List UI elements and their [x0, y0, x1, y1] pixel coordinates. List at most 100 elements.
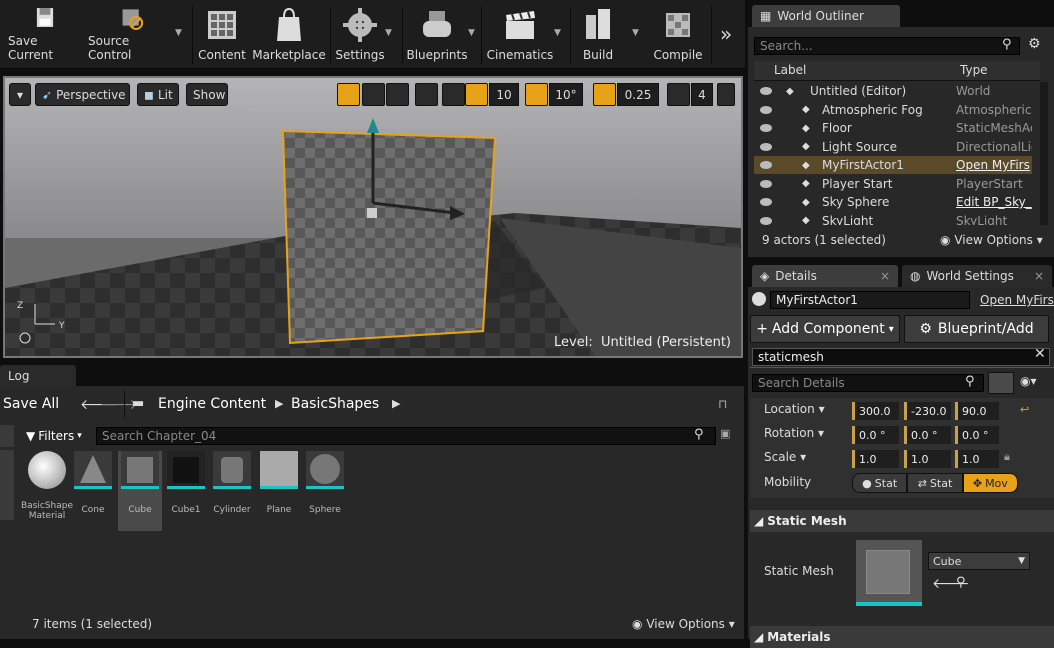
mobility-movable-button[interactable]: ✥ Mov: [962, 473, 1018, 493]
reset-to-default-icon[interactable]: ↩: [1020, 403, 1029, 416]
outliner-row[interactable]: ◆ MyFirstActor1 Open MyFirs: [754, 156, 1032, 174]
outliner-search-input[interactable]: Search...: [754, 37, 1020, 55]
mobility-stationary-button[interactable]: ⇄ Stat: [907, 473, 963, 493]
camera-speed-value[interactable]: 4: [691, 83, 713, 106]
lock-icon[interactable]: ⊓: [718, 397, 727, 411]
mesh-thumbnail[interactable]: [856, 540, 922, 606]
asset-cylinder[interactable]: Cylinder: [213, 451, 251, 515]
scale-snap-icon[interactable]: [593, 83, 616, 106]
rotation-label[interactable]: Rotation ▾: [764, 426, 824, 440]
visibility-eye-icon[interactable]: [760, 87, 772, 95]
tab-world-outliner[interactable]: ▦ World Outliner: [752, 5, 900, 27]
asset-cone[interactable]: Cone: [74, 451, 112, 515]
outliner-view-options[interactable]: ◉ View Options ▾: [940, 233, 1043, 247]
browse-search-icon[interactable]: ⚲: [956, 575, 966, 590]
scale-x-field[interactable]: 1.0: [852, 450, 899, 468]
breadcrumb-arrow-icon[interactable]: ▶: [275, 397, 283, 410]
blueprints-button[interactable]: Blueprints: [406, 4, 468, 66]
filters-button[interactable]: ▼ Filters ▾: [26, 427, 91, 445]
rotation-snap-icon[interactable]: [525, 83, 548, 106]
location-x-field[interactable]: 300.0: [852, 402, 899, 420]
outliner-row[interactable]: ◆ Untitled (Editor) World: [754, 82, 1032, 100]
asset-cube1[interactable]: Cube1: [167, 451, 205, 515]
blueprints-dropdown-icon[interactable]: ▼: [468, 28, 475, 38]
scale-mode-icon[interactable]: [386, 83, 409, 106]
add-component-button[interactable]: + Add Component ▾: [750, 315, 900, 343]
rotate-mode-icon[interactable]: [362, 83, 385, 106]
outliner-settings-icon[interactable]: ⚙: [1028, 36, 1041, 52]
build-dropdown-icon[interactable]: ▼: [632, 28, 639, 38]
grid-snap-icon[interactable]: [465, 83, 488, 106]
static-mesh-section-header[interactable]: ◢ Static Mesh: [750, 510, 1054, 532]
open-blueprint-link[interactable]: Open MyFirs: [980, 293, 1054, 307]
save-current-button[interactable]: Save Current: [8, 4, 82, 66]
tab-world-settings[interactable]: ◍ World Settings ×: [902, 265, 1052, 287]
mobility-toggle[interactable]: ● Stat ⇄ Stat ✥ Mov: [852, 473, 1018, 493]
asset-sphere[interactable]: Sphere: [306, 451, 344, 515]
show-button[interactable]: Show: [186, 83, 228, 106]
perspective-button[interactable]: ➹ Perspective: [35, 83, 130, 106]
tab-log[interactable]: Log: [0, 365, 76, 387]
visibility-eye-icon[interactable]: [760, 105, 772, 114]
location-y-field[interactable]: -230.0: [904, 402, 951, 420]
sources-panel-collapsed[interactable]: [0, 450, 14, 520]
content-view-options[interactable]: ◉ View Options ▾: [632, 617, 735, 631]
source-control-dropdown-icon[interactable]: ▼: [175, 28, 182, 38]
source-control-button[interactable]: Source Control: [88, 4, 176, 66]
visibility-eye-icon[interactable]: [760, 161, 772, 169]
location-z-field[interactable]: 90.0: [955, 402, 999, 420]
materials-section-header[interactable]: ◢ Materials: [750, 626, 1054, 648]
column-type-header[interactable]: Type: [960, 63, 988, 77]
scale-label[interactable]: Scale ▾: [764, 450, 806, 464]
cube-actor[interactable]: [281, 129, 497, 345]
rotation-z-field[interactable]: 0.0 °: [955, 426, 999, 444]
breadcrumb-arrow-icon[interactable]: ▶: [392, 397, 400, 410]
details-search-input[interactable]: Search Details: [752, 374, 984, 392]
cinematics-dropdown-icon[interactable]: ▼: [554, 28, 561, 38]
outliner-row[interactable]: ◆ Player Start PlayerStart: [754, 175, 1032, 193]
save-search-icon[interactable]: ▣: [720, 427, 730, 440]
visibility-eye-icon[interactable]: [760, 216, 772, 225]
outliner-scrollbar[interactable]: [1040, 82, 1048, 225]
outliner-row[interactable]: ◆ Sky Sphere Edit BP_Sky_: [754, 193, 1032, 211]
maximize-viewport-icon[interactable]: [717, 83, 735, 106]
outliner-row-type[interactable]: Open MyFirs: [956, 158, 1032, 172]
scale-y-field[interactable]: 1.0: [904, 450, 951, 468]
tab-details[interactable]: ◈ Details ×: [752, 265, 898, 287]
save-all-button[interactable]: Save All: [0, 390, 68, 418]
level-viewport[interactable]: Z Y ▾ ➹ Perspective ◼ Lit Show 10 10° 0.…: [3, 76, 743, 358]
settings-dropdown-icon[interactable]: ▼: [385, 28, 392, 38]
rotation-y-field[interactable]: 0.0 °: [904, 426, 951, 444]
close-icon[interactable]: ×: [880, 269, 890, 283]
gizmo-center[interactable]: [367, 208, 377, 218]
toolbar-overflow-button[interactable]: »: [720, 22, 732, 46]
mesh-asset-dropdown[interactable]: Cube ▼: [928, 552, 1030, 570]
asset-cube[interactable]: Cube: [118, 451, 162, 531]
viewport-options-button[interactable]: ▾: [9, 83, 31, 106]
translate-mode-icon[interactable]: [337, 83, 360, 106]
close-icon[interactable]: ×: [1034, 269, 1044, 283]
scale-z-field[interactable]: 1.0: [955, 450, 999, 468]
blueprint-add-button[interactable]: ⚙ Blueprint/Add: [904, 315, 1049, 343]
outliner-row[interactable]: ◆ SkyLight SkyLight: [754, 212, 1032, 225]
clear-search-icon[interactable]: ✕: [1034, 346, 1046, 362]
grid-snap-value[interactable]: 10: [489, 83, 519, 106]
actor-name-input[interactable]: MyFirstActor1: [770, 291, 970, 309]
scale-snap-value[interactable]: 0.25: [617, 83, 659, 106]
build-button[interactable]: Build: [575, 4, 621, 66]
column-label-header[interactable]: Label: [774, 63, 806, 77]
visibility-eye-icon[interactable]: [760, 198, 772, 206]
marketplace-button[interactable]: Marketplace: [252, 4, 326, 66]
asset-basicshape-material[interactable]: BasicShape Material: [21, 451, 73, 521]
settings-button[interactable]: Settings: [334, 4, 386, 66]
asset-plane[interactable]: Plane: [260, 451, 298, 515]
compile-button[interactable]: Compile: [650, 4, 706, 66]
visibility-options-icon[interactable]: ◉▾: [1020, 374, 1037, 388]
outliner-row[interactable]: ◆ Floor StaticMeshAc: [754, 119, 1032, 137]
outliner-row[interactable]: ◆ Light Source DirectionalLig: [754, 138, 1032, 156]
visibility-eye-icon[interactable]: [760, 124, 772, 132]
content-button[interactable]: Content: [197, 4, 247, 66]
world-space-icon[interactable]: [415, 83, 438, 106]
outliner-row-type[interactable]: Edit BP_Sky_: [956, 195, 1032, 209]
surface-snap-icon[interactable]: [442, 83, 465, 106]
